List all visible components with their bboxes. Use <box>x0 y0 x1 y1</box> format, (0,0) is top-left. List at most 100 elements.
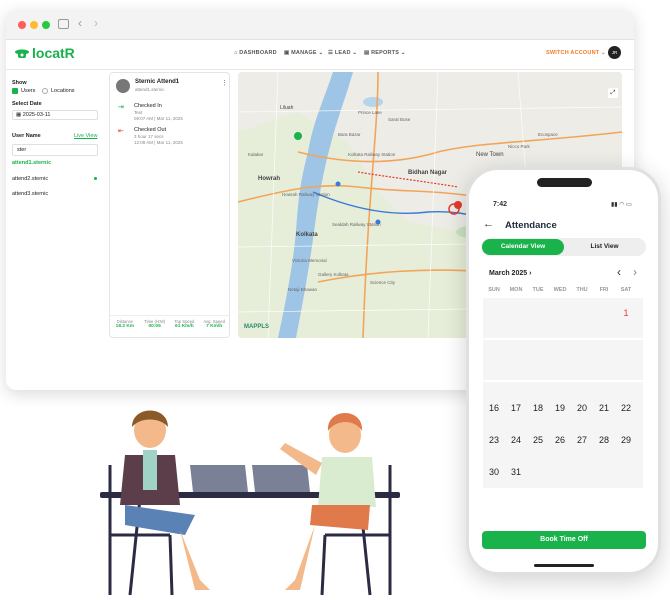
view-toggle: Calendar View List View <box>481 238 646 256</box>
home-indicator <box>534 564 594 567</box>
book-time-off-button[interactable]: Book Time Off <box>482 531 646 549</box>
map-label: Howrah Railway Station <box>282 192 330 197</box>
user-list-item[interactable]: attend3.sternic <box>12 191 48 197</box>
calendar-day[interactable]: 1 <box>615 308 637 318</box>
stat-distance: Distance 18.2 Km <box>110 316 140 337</box>
prev-month-icon[interactable]: ‹ <box>617 265 621 279</box>
date-field[interactable]: ▦ 2025-03-11 <box>12 110 98 120</box>
weekday-label: TUE <box>532 287 544 293</box>
nav-reports[interactable]: ▤ REPORTS ⌄ <box>364 50 406 56</box>
status-icons: ▮▮ ◠ ▭ <box>611 202 632 208</box>
calendar-day[interactable]: 30 <box>483 467 505 477</box>
calendar-week-row <box>483 298 643 338</box>
calendar-day[interactable]: 17 <box>505 403 527 413</box>
logo-icon <box>14 46 30 62</box>
select-date-label: Select Date <box>12 101 42 107</box>
switch-account-button[interactable]: SWITCH ACCOUNT ⌄ <box>546 50 606 56</box>
stat-value: 18.2 Km <box>115 324 135 329</box>
calendar-day[interactable]: 27 <box>571 435 593 445</box>
checked-out-time: 12:08 AM | Mar 11, 2025 <box>134 140 183 145</box>
maximize-dot[interactable] <box>42 21 50 29</box>
map-label: Kolkata <box>296 232 318 238</box>
show-label: Show <box>12 80 27 86</box>
live-view-link[interactable]: Live View <box>74 133 97 139</box>
calendar-day[interactable]: 31 <box>505 467 527 477</box>
back-icon[interactable]: ‹ <box>78 16 82 30</box>
checked-in-title: Checked In <box>134 103 162 109</box>
calendar-day[interactable]: 22 <box>615 403 637 413</box>
nav-dashboard[interactable]: ⌂ DASHBOARD <box>234 50 277 56</box>
users-label: Users <box>21 88 36 94</box>
calendar-day[interactable]: 18 <box>527 403 549 413</box>
user-handle: attend1.sternic <box>135 87 165 92</box>
weekday-label: FRI <box>599 287 609 293</box>
browser-chrome: ‹ › <box>6 10 634 40</box>
map-label: Netaji Bhawan <box>288 287 318 292</box>
user-detail-card: Sternic Attend1 attend1.sternic ⋮ ⇥ Chec… <box>109 72 230 338</box>
map-watermark: MAPPLS <box>244 324 270 330</box>
user-list-item[interactable]: attend2.sternic <box>12 176 48 182</box>
nav-manage[interactable]: ▣ MANAGE ⌄ <box>284 50 323 56</box>
date-value: 2025-03-11 <box>22 112 51 118</box>
sidebar: Show Users Locations Select Date ▦ 2025-… <box>6 70 106 340</box>
calendar-day[interactable]: 28 <box>593 435 615 445</box>
map-label: Ecospace <box>538 132 558 137</box>
user-name-header: User Name <box>12 133 41 139</box>
map-label: Liluah <box>280 105 294 111</box>
close-dot[interactable] <box>18 21 26 29</box>
trip-stats: Distance 18.2 Km Time (H:M) 00:05 Top Spee… <box>110 315 229 337</box>
map-label: Kalakar <box>248 152 264 157</box>
stat-top-speed: Top Speed 61 Km/h <box>170 316 200 337</box>
calendar-day[interactable]: 21 <box>593 403 615 413</box>
users-toggle[interactable]: Users <box>12 88 35 94</box>
weekday-label: SUN <box>488 287 500 293</box>
stat-avg-speed: Avg. Speed 7 Km/h <box>199 316 229 337</box>
phone-mockup: 7:42 ▮▮ ◠ ▭ ← Attendance Calendar View L… <box>466 167 661 575</box>
weekday-label: THU <box>576 287 588 293</box>
stat-time: Time (H:M) 00:05 <box>140 316 170 337</box>
phone-notch <box>537 178 592 187</box>
check-in-icon: ⇥ <box>118 104 124 111</box>
map-label: Bara Bazar <box>338 132 361 137</box>
user-name: Sternic Attend1 <box>135 79 180 85</box>
next-month-icon[interactable]: › <box>633 265 637 279</box>
nav-dashboard-label: DASHBOARD <box>239 50 277 56</box>
tab-calendar-view[interactable]: Calendar View <box>482 239 564 255</box>
stat-value: 7 Km/h <box>206 324 223 329</box>
map-label: Sealdah Railway Station <box>332 222 381 227</box>
checked-in-time: 09:07 AM | Mar 11, 2025 <box>134 116 183 121</box>
month-label[interactable]: March 2025 › <box>489 270 531 277</box>
calendar-week-row <box>483 340 643 380</box>
calendar-day[interactable]: 19 <box>549 403 571 413</box>
more-options-icon[interactable]: ⋮ <box>221 79 228 87</box>
map-label: New Town <box>476 152 504 158</box>
user-list-item[interactable]: attend1.sternic <box>12 160 51 166</box>
calendar-day[interactable]: 16 <box>483 403 505 413</box>
nav-manage-label: MANAGE <box>291 50 317 56</box>
back-arrow-icon[interactable]: ← <box>483 218 494 230</box>
month-text: March 2025 <box>489 270 528 277</box>
tab-list-view[interactable]: List View <box>564 239 645 255</box>
checkbox-checked-icon <box>12 88 18 94</box>
user-search-input[interactable]: ster <box>12 144 98 156</box>
calendar-day[interactable]: 20 <box>571 403 593 413</box>
nav-lead[interactable]: ☰ LEAD ⌄ <box>328 50 357 56</box>
calendar-day[interactable]: 26 <box>549 435 571 445</box>
map-label: Kolkata Railway Station <box>348 152 396 157</box>
calendar-day[interactable]: 29 <box>615 435 637 445</box>
minimize-dot[interactable] <box>30 21 38 29</box>
user-avatar <box>116 79 130 93</box>
avatar[interactable]: JR <box>608 46 621 59</box>
checked-in-note: Test <box>134 110 143 115</box>
calendar-day[interactable]: 25 <box>527 435 549 445</box>
fullscreen-icon[interactable]: ⤢ <box>608 88 618 98</box>
calendar-day[interactable]: 24 <box>505 435 527 445</box>
sidebar-toggle-icon[interactable] <box>58 19 69 29</box>
stat-value: 61 Km/h <box>175 324 194 329</box>
app-header: locatR ⌂ DASHBOARD ▣ MANAGE ⌄ ☰ LEAD ⌄ ▤… <box>6 40 634 70</box>
map-label: Sarat Bose <box>388 117 411 122</box>
app-logo[interactable]: locatR <box>32 45 75 61</box>
calendar-day[interactable]: 23 <box>483 435 505 445</box>
locations-toggle[interactable]: Locations <box>42 88 75 94</box>
forward-icon[interactable]: › <box>94 16 98 30</box>
